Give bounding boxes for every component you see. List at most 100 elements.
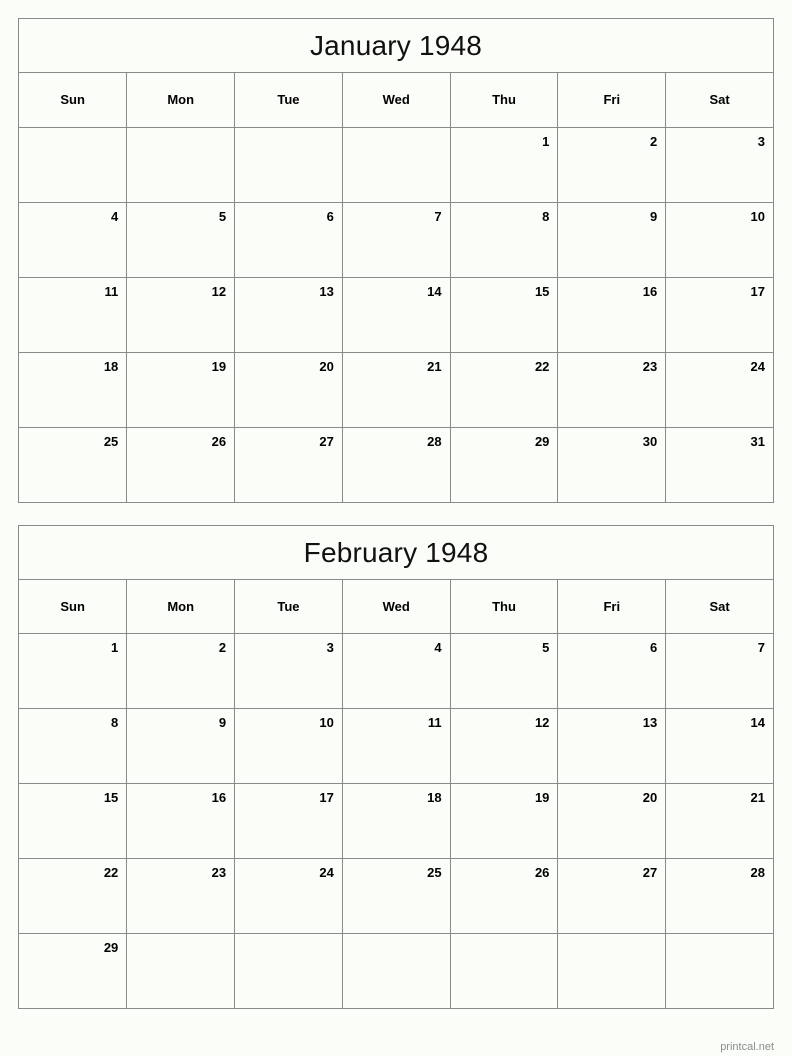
- calendar-week-row: 8 9 10 11 12 13 14: [19, 708, 774, 784]
- day-cell[interactable]: 29: [450, 427, 559, 503]
- month-title-february: February 1948: [19, 525, 774, 580]
- day-cell[interactable]: 28: [342, 427, 451, 503]
- day-cell[interactable]: 17: [665, 277, 774, 353]
- calendar-week-row: 25 26 27 28 29 30 31: [19, 427, 774, 503]
- day-cell[interactable]: 25: [19, 427, 128, 503]
- day-cell[interactable]: 12: [450, 708, 559, 784]
- weekday-header-sun: Sun: [19, 73, 128, 128]
- weekday-header-fri: Fri: [557, 579, 667, 634]
- day-cell[interactable]: 13: [557, 708, 667, 784]
- day-cell[interactable]: 20: [557, 783, 667, 859]
- day-cell[interactable]: 29: [19, 933, 128, 1009]
- day-cell[interactable]: 26: [126, 427, 236, 503]
- day-cell[interactable]: 21: [342, 352, 451, 428]
- day-cell[interactable]: 22: [450, 352, 559, 428]
- day-cell[interactable]: 5: [450, 633, 559, 709]
- day-cell[interactable]: 1: [450, 127, 559, 203]
- day-cell[interactable]: 3: [234, 633, 343, 709]
- day-cell[interactable]: 15: [19, 783, 128, 859]
- day-cell[interactable]: 19: [450, 783, 559, 859]
- day-cell[interactable]: [557, 933, 667, 1009]
- day-cell[interactable]: 14: [342, 277, 451, 353]
- weekday-header-wed: Wed: [342, 73, 451, 128]
- day-cell[interactable]: 18: [19, 352, 128, 428]
- day-cell[interactable]: [126, 127, 236, 203]
- day-cell[interactable]: 16: [557, 277, 667, 353]
- day-cell[interactable]: 2: [126, 633, 236, 709]
- day-cell[interactable]: [665, 933, 774, 1009]
- day-cell[interactable]: [126, 933, 236, 1009]
- day-cell[interactable]: 15: [450, 277, 559, 353]
- day-cell[interactable]: 9: [126, 708, 236, 784]
- weekday-header-mon: Mon: [126, 579, 236, 634]
- day-cell[interactable]: 2: [557, 127, 667, 203]
- day-cell[interactable]: 3: [665, 127, 774, 203]
- day-cell[interactable]: 12: [126, 277, 236, 353]
- weekday-header-sat: Sat: [665, 73, 774, 128]
- day-cell[interactable]: 7: [342, 202, 451, 278]
- day-cell[interactable]: 20: [234, 352, 343, 428]
- day-cell[interactable]: [450, 933, 559, 1009]
- calendar-body-february: 1 2 3 4 5 6 7 8 9 10 11 12 13 14 15 16 1…: [19, 633, 774, 1009]
- day-cell[interactable]: 16: [126, 783, 236, 859]
- calendar-week-row: 22 23 24 25 26 27 28: [19, 858, 774, 934]
- weekday-header-sat: Sat: [665, 579, 774, 634]
- weekday-header-mon: Mon: [126, 73, 236, 128]
- day-cell[interactable]: 10: [234, 708, 343, 784]
- day-cell[interactable]: 26: [450, 858, 559, 934]
- calendar-week-row: 1 2 3: [19, 127, 774, 203]
- day-cell[interactable]: 31: [665, 427, 774, 503]
- weekday-header-row-january: Sun Mon Tue Wed Thu Fri Sat: [19, 73, 774, 128]
- day-cell[interactable]: 6: [557, 633, 667, 709]
- calendar-week-row: 4 5 6 7 8 9 10: [19, 202, 774, 278]
- day-cell[interactable]: 17: [234, 783, 343, 859]
- weekday-header-sun: Sun: [19, 579, 128, 634]
- day-cell[interactable]: 22: [19, 858, 128, 934]
- calendar-table-february: Sun Mon Tue Wed Thu Fri Sat 1 2 3 4 5 6: [19, 579, 774, 1009]
- weekday-header-tue: Tue: [234, 73, 343, 128]
- day-cell[interactable]: [19, 127, 128, 203]
- day-cell[interactable]: 24: [665, 352, 774, 428]
- day-cell[interactable]: 7: [665, 633, 774, 709]
- day-cell[interactable]: 4: [19, 202, 128, 278]
- day-cell[interactable]: 9: [557, 202, 667, 278]
- day-cell[interactable]: 23: [557, 352, 667, 428]
- day-cell[interactable]: 24: [234, 858, 343, 934]
- day-cell[interactable]: 4: [342, 633, 451, 709]
- day-cell[interactable]: [234, 127, 343, 203]
- day-cell[interactable]: [342, 933, 451, 1009]
- day-cell[interactable]: 8: [19, 708, 128, 784]
- weekday-header-thu: Thu: [450, 73, 559, 128]
- day-cell[interactable]: 30: [557, 427, 667, 503]
- day-cell[interactable]: 14: [665, 708, 774, 784]
- day-cell[interactable]: [234, 933, 343, 1009]
- day-cell[interactable]: 1: [19, 633, 128, 709]
- day-cell[interactable]: 10: [665, 202, 774, 278]
- weekday-header-tue: Tue: [234, 579, 343, 634]
- calendar-week-row: 1 2 3 4 5 6 7: [19, 633, 774, 709]
- day-cell[interactable]: 23: [126, 858, 236, 934]
- weekday-header-wed: Wed: [342, 579, 451, 634]
- day-cell[interactable]: 27: [557, 858, 667, 934]
- day-cell[interactable]: 13: [234, 277, 343, 353]
- day-cell[interactable]: 28: [665, 858, 774, 934]
- day-cell[interactable]: 8: [450, 202, 559, 278]
- day-cell[interactable]: 11: [342, 708, 451, 784]
- day-cell[interactable]: 5: [126, 202, 236, 278]
- day-cell[interactable]: 18: [342, 783, 451, 859]
- calendar-week-row: 15 16 17 18 19 20 21: [19, 783, 774, 859]
- day-cell[interactable]: 21: [665, 783, 774, 859]
- day-cell[interactable]: 27: [234, 427, 343, 503]
- day-cell[interactable]: 19: [126, 352, 236, 428]
- calendar-week-row: 29: [19, 933, 774, 1009]
- weekday-header-thu: Thu: [450, 579, 559, 634]
- day-cell[interactable]: [342, 127, 451, 203]
- day-cell[interactable]: 11: [19, 277, 128, 353]
- calendar-week-row: 11 12 13 14 15 16 17: [19, 277, 774, 353]
- day-cell[interactable]: 6: [234, 202, 343, 278]
- calendar-body-january: 1 2 3 4 5 6 7 8 9 10 11 12 13 14 15 16 1…: [19, 127, 774, 503]
- calendar-week-row: 18 19 20 21 22 23 24: [19, 352, 774, 428]
- month-title-january: January 1948: [19, 19, 774, 73]
- weekday-header-row-february: Sun Mon Tue Wed Thu Fri Sat: [19, 579, 774, 634]
- day-cell[interactable]: 25: [342, 858, 451, 934]
